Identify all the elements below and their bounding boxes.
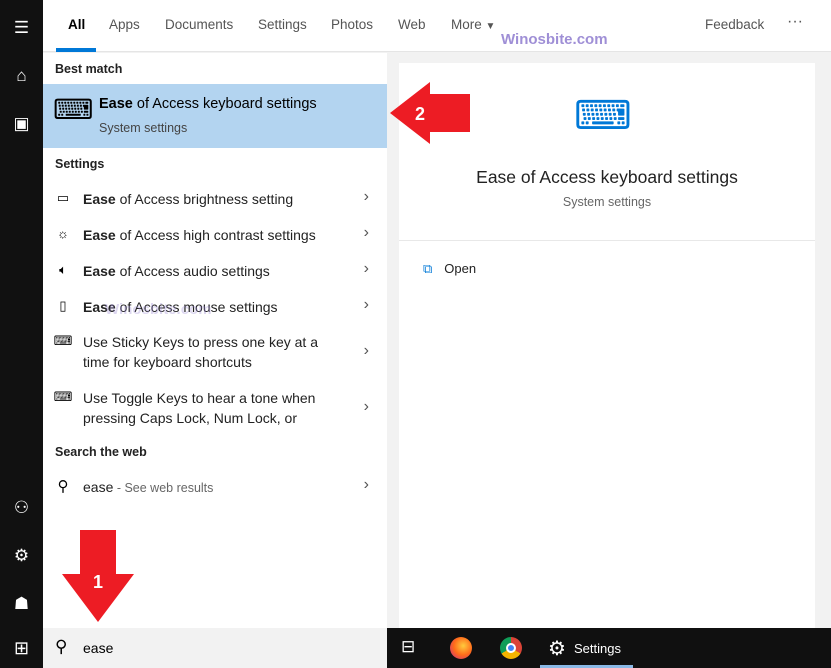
- chevron-right-icon: ›: [363, 342, 369, 359]
- taskbar-settings-label: Settings: [574, 641, 621, 656]
- match-bold: Ease: [99, 96, 133, 112]
- sidebar: ☰ ⌂ ▣ ⚇ ⚙ ☗ ⊞: [0, 0, 43, 668]
- detail-pane: ⌨ Ease of Access keyboard settings Syste…: [399, 63, 815, 628]
- settings-header: Settings: [55, 157, 105, 171]
- tab-documents[interactable]: Documents: [165, 17, 233, 32]
- speaker-icon: 🔈︎: [59, 262, 67, 277]
- gear-icon[interactable]: ⚙: [0, 541, 43, 571]
- hamburger-icon[interactable]: ☰: [0, 13, 43, 43]
- tab-more[interactable]: More ▼: [451, 17, 495, 32]
- search-input[interactable]: ease: [83, 640, 113, 656]
- match-rest: of Access keyboard settings: [132, 96, 317, 112]
- settings-item[interactable]: ▭ Ease of Access brightness setting ›: [43, 188, 387, 224]
- settings-item[interactable]: ⌨ Use Toggle Keys to hear a tone when pr…: [43, 388, 387, 444]
- chevron-right-icon: ›: [363, 296, 369, 313]
- search-box[interactable]: ⚲ ease: [43, 628, 387, 668]
- tab-web[interactable]: Web: [398, 17, 426, 32]
- feedback-person-icon[interactable]: ☗: [0, 589, 43, 619]
- chevron-right-icon: ›: [363, 398, 369, 415]
- arrow-label-1: 1: [93, 572, 103, 592]
- watermark: Winosbite.com: [501, 31, 608, 48]
- filter-tabs: All Apps Documents Settings Photos Web M…: [43, 0, 831, 52]
- detail-title: Ease of Access keyboard settings: [476, 167, 738, 187]
- more-options-button[interactable]: ···: [787, 13, 803, 31]
- search-web-header: Search the web: [55, 445, 147, 459]
- tab-photos[interactable]: Photos: [331, 17, 373, 32]
- chevron-right-icon: ›: [363, 476, 369, 493]
- tab-apps[interactable]: Apps: [109, 17, 140, 32]
- chevron-right-icon: ›: [363, 188, 369, 205]
- keyboard-icon: ⌨: [53, 94, 94, 125]
- best-match-item[interactable]: ⌨ Ease of Access keyboard settings Syste…: [43, 84, 387, 148]
- chevron-right-icon: ›: [363, 260, 369, 277]
- keyboard-icon: ⌨: [574, 94, 632, 138]
- firefox-icon[interactable]: [450, 637, 472, 659]
- brightness-icon: ☼: [57, 226, 69, 241]
- keyboard-icon: ⌨: [53, 333, 73, 348]
- settings-item[interactable]: 🔈︎ Ease of Access audio settings ›: [43, 260, 387, 296]
- annotation-arrow-down: 1: [62, 530, 134, 622]
- taskbar: ⊟ ⚙ Settings: [387, 628, 831, 668]
- open-icon: ⧉: [423, 261, 433, 276]
- settings-item[interactable]: ⌨ Use Sticky Keys to press one key at a …: [43, 332, 387, 388]
- mouse-icon: ▯: [59, 298, 67, 313]
- taskbar-settings-app[interactable]: ⚙ Settings: [540, 628, 633, 668]
- gear-icon: ⚙: [548, 638, 566, 660]
- search-icon: ⚲: [57, 478, 69, 495]
- open-action[interactable]: ⧉ Open: [423, 261, 476, 277]
- caret-down-icon: ▼: [485, 21, 496, 32]
- web-search-item[interactable]: ⚲ ease - See web results ›: [43, 476, 387, 499]
- windows-start-icon[interactable]: ⊞: [0, 633, 43, 663]
- notebook-icon[interactable]: ▣: [0, 109, 43, 139]
- settings-item[interactable]: ▯ Ease of Access mouse settings Winosbit…: [43, 296, 387, 332]
- task-view-icon[interactable]: ⊟: [401, 637, 415, 657]
- home-icon[interactable]: ⌂: [0, 61, 43, 91]
- active-tab-indicator: [56, 48, 96, 52]
- settings-item[interactable]: ☼ Ease of Access high contrast settings …: [43, 224, 387, 260]
- chrome-icon[interactable]: [500, 637, 522, 659]
- add-user-icon[interactable]: ⚇: [0, 493, 43, 523]
- detail-subtitle: System settings: [562, 195, 652, 209]
- keyboard-icon: ⌨: [53, 389, 73, 404]
- arrow-label-2: 2: [415, 104, 425, 124]
- annotation-arrow-left: 2: [390, 82, 470, 144]
- monitor-icon: ▭: [56, 190, 70, 205]
- search-icon: ⚲: [55, 637, 68, 656]
- open-label: Open: [444, 261, 477, 276]
- watermark: Winosbite.com: [105, 301, 212, 318]
- tab-more-label: More: [451, 17, 482, 32]
- divider: [399, 240, 815, 241]
- chevron-right-icon: ›: [363, 224, 369, 241]
- best-match-header: Best match: [55, 62, 123, 76]
- tab-settings[interactable]: Settings: [258, 17, 307, 32]
- best-match-subtitle: System settings: [99, 121, 188, 135]
- tab-all[interactable]: All: [68, 17, 85, 32]
- feedback-link[interactable]: Feedback: [705, 17, 764, 32]
